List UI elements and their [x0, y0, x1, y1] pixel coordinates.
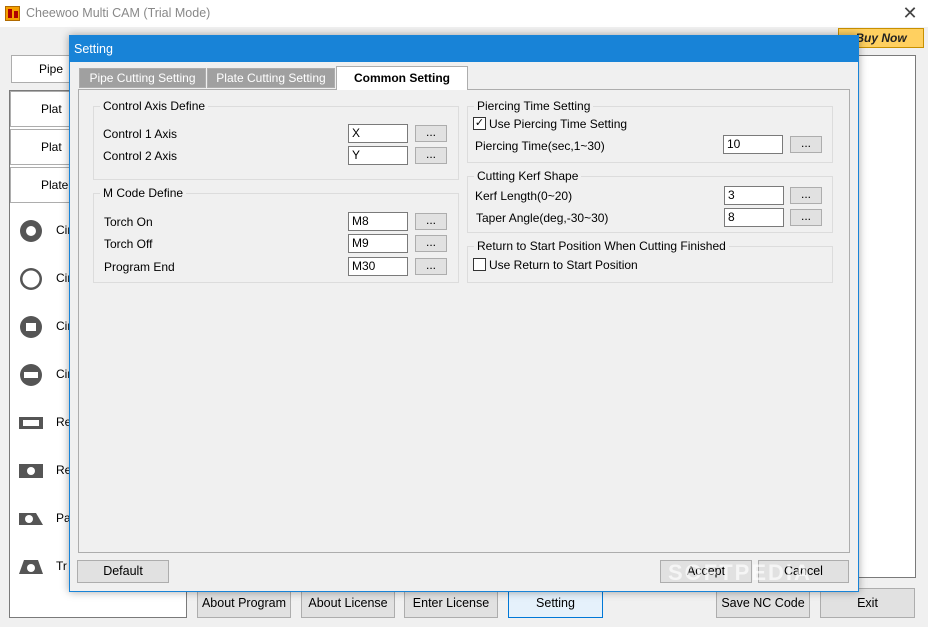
- tab-common-setting[interactable]: Common Setting: [336, 66, 468, 90]
- cutting-kerf-title: Cutting Kerf Shape: [474, 169, 582, 183]
- torch-on-browse-button[interactable]: ...: [415, 213, 447, 230]
- use-piercing-time-label: Use Piercing Time Setting: [489, 117, 628, 131]
- enter-license-button[interactable]: Enter License: [404, 588, 498, 618]
- control-1-axis-label: Control 1 Axis: [103, 127, 178, 141]
- m-code-title: M Code Define: [100, 186, 187, 200]
- app-logo-icon: [5, 6, 20, 21]
- setting-dialog: Setting Pipe Cutting Setting Plate Cutti…: [69, 35, 859, 592]
- ring-shape-icon: [20, 220, 42, 242]
- control-2-axis-label: Control 2 Axis: [103, 149, 178, 163]
- tab-pipe-cutting-setting[interactable]: Pipe Cutting Setting: [79, 68, 206, 88]
- m-code-group: M Code Define Torch On M8 ... Torch Off …: [93, 186, 459, 283]
- return-start-group: Return to Start Position When Cutting Fi…: [467, 239, 833, 283]
- control-axis-group: Control Axis Define Control 1 Axis X ...…: [93, 99, 459, 180]
- torch-off-input[interactable]: M9: [348, 234, 408, 253]
- cutting-kerf-group: Cutting Kerf Shape Kerf Length(0~20) 3 .…: [467, 169, 833, 233]
- taper-angle-label: Taper Angle(deg,-30~30): [476, 211, 609, 225]
- thin-ring-shape-icon: [20, 268, 42, 290]
- control-1-axis-browse-button[interactable]: ...: [415, 125, 447, 142]
- torch-on-input[interactable]: M8: [348, 212, 408, 231]
- kerf-length-label: Kerf Length(0~20): [475, 189, 573, 203]
- torch-off-label: Torch Off: [104, 237, 153, 251]
- circle-square-hole-icon: [20, 316, 42, 338]
- softpedia-watermark: SOFTPEDIA: [668, 560, 812, 585]
- circle-slot-icon: [20, 364, 42, 386]
- about-license-button[interactable]: About License: [301, 588, 395, 618]
- use-piercing-time-checkbox[interactable]: ✓: [473, 117, 486, 130]
- torch-on-label: Torch On: [104, 215, 153, 229]
- piercing-time-title: Piercing Time Setting: [474, 99, 594, 113]
- taper-angle-input[interactable]: 8: [724, 208, 784, 227]
- rectangle-shape-icon: [19, 417, 43, 429]
- save-nc-code-button[interactable]: Save NC Code: [716, 588, 810, 618]
- piercing-time-input[interactable]: 10: [723, 135, 783, 154]
- tab-plate-cutting-setting[interactable]: Plate Cutting Setting: [207, 68, 335, 88]
- common-setting-page: Control Axis Define Control 1 Axis X ...…: [78, 89, 850, 553]
- program-end-browse-button[interactable]: ...: [415, 258, 447, 275]
- kerf-length-input[interactable]: 3: [724, 186, 784, 205]
- kerf-length-browse-button[interactable]: ...: [790, 187, 822, 204]
- about-program-button[interactable]: About Program: [197, 588, 291, 618]
- parallelogram-shape-icon: [19, 513, 43, 525]
- trapezoid-shape-icon: [19, 560, 43, 574]
- program-end-input[interactable]: M30: [348, 257, 408, 276]
- default-button[interactable]: Default: [77, 560, 169, 583]
- main-window-title: Cheewoo Multi CAM (Trial Mode): [26, 6, 211, 20]
- program-end-label: Program End: [104, 260, 175, 274]
- setting-button[interactable]: Setting: [508, 588, 603, 618]
- piercing-time-browse-button[interactable]: ...: [790, 136, 822, 153]
- dialog-title: Setting: [70, 36, 858, 62]
- rectangle-hole-shape-icon: [19, 464, 43, 478]
- control-1-axis-input[interactable]: X: [348, 124, 408, 143]
- main-title-bar: Cheewoo Multi CAM (Trial Mode) ✕: [0, 0, 928, 28]
- use-return-start-checkbox[interactable]: [473, 258, 486, 271]
- piercing-time-label: Piercing Time(sec,1~30): [475, 139, 605, 153]
- control-2-axis-input[interactable]: Y: [348, 146, 408, 165]
- control-axis-title: Control Axis Define: [100, 99, 209, 113]
- taper-angle-browse-button[interactable]: ...: [790, 209, 822, 226]
- control-2-axis-browse-button[interactable]: ...: [415, 147, 447, 164]
- piercing-time-group: Piercing Time Setting ✓ Use Piercing Tim…: [467, 99, 833, 163]
- exit-button[interactable]: Exit: [820, 588, 915, 618]
- close-icon[interactable]: ✕: [900, 3, 920, 24]
- torch-off-browse-button[interactable]: ...: [415, 235, 447, 252]
- return-start-title: Return to Start Position When Cutting Fi…: [474, 239, 729, 253]
- use-return-start-label: Use Return to Start Position: [489, 258, 638, 272]
